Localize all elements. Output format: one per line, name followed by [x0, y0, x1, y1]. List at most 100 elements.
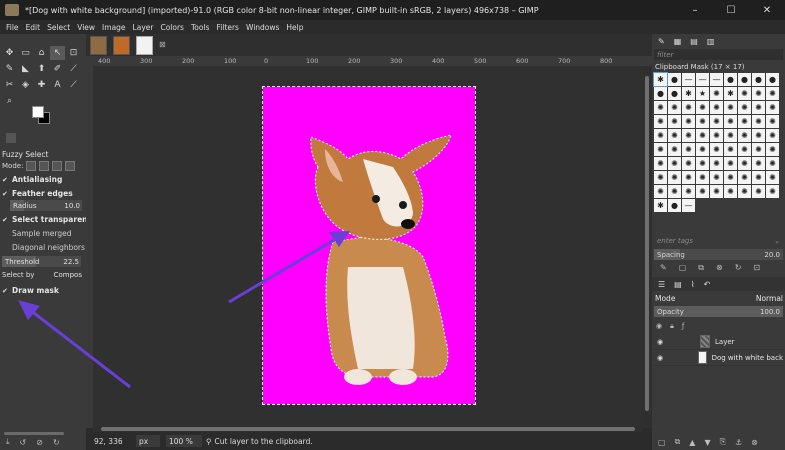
brush-preview[interactable]: ✺ — [696, 101, 709, 114]
lower-layer-icon[interactable]: ▼ — [704, 438, 710, 447]
warp-tool-icon[interactable]: ◣ — [18, 62, 33, 76]
menu-colors[interactable]: Colors — [160, 23, 184, 32]
delete-options-icon[interactable]: ⊘ — [36, 438, 43, 447]
open-brush-icon[interactable]: ⊡ — [753, 263, 760, 275]
brush-preview[interactable]: ✺ — [668, 129, 681, 142]
image-tab-close-icon[interactable]: ⊠ — [159, 41, 167, 49]
layer-mode-dropdown[interactable]: Mode Normal — [655, 294, 783, 303]
brush-preview[interactable]: ✱ — [724, 87, 737, 100]
brush-preview[interactable]: ✺ — [696, 171, 709, 184]
layer-row[interactable]: ◉ Layer — [654, 334, 783, 350]
brush-preview[interactable]: ✺ — [752, 143, 765, 156]
brush-preview[interactable]: ✺ — [752, 157, 765, 170]
menu-edit[interactable]: Edit — [26, 23, 41, 32]
brush-preview[interactable]: ✺ — [724, 143, 737, 156]
brush-preview[interactable]: ✺ — [752, 115, 765, 128]
brush-preview[interactable]: ✱ — [653, 72, 668, 87]
brush-preview[interactable]: ✺ — [766, 87, 779, 100]
brush-preview[interactable]: ✺ — [766, 171, 779, 184]
eye-icon[interactable]: ◉ — [654, 338, 668, 346]
lock-icon[interactable]: 🔒︎ — [670, 322, 674, 331]
brush-preview[interactable]: ✺ — [766, 115, 779, 128]
brush-preview[interactable]: ✺ — [668, 171, 681, 184]
color-picker-tool-icon[interactable]: ⟋ — [66, 78, 81, 92]
scroll-thumb[interactable] — [101, 427, 635, 431]
reset-options-icon[interactable]: ↻ — [53, 438, 60, 447]
fonts-tab-icon[interactable]: ▤ — [690, 37, 698, 46]
brush-preview[interactable]: ✺ — [668, 185, 681, 198]
brush-preview[interactable]: ✺ — [738, 157, 751, 170]
brush-preview[interactable]: ★ — [696, 87, 709, 100]
menu-image[interactable]: Image — [102, 23, 126, 32]
image-canvas[interactable] — [93, 66, 643, 426]
unit-dropdown[interactable]: px — [136, 435, 160, 447]
brush-preview[interactable]: ✺ — [738, 87, 751, 100]
brush-preview[interactable]: ✺ — [738, 115, 751, 128]
brush-preview[interactable]: ✺ — [738, 185, 751, 198]
mode-subtract-icon[interactable] — [52, 161, 63, 171]
scroll-thumb[interactable] — [645, 76, 649, 411]
zoom-dropdown[interactable]: 100 % — [166, 435, 202, 447]
patterns-tab-icon[interactable]: ▦ — [674, 37, 682, 46]
brush-preview[interactable]: ✺ — [766, 185, 779, 198]
threshold-slider[interactable]: Threshold 22.5 — [2, 256, 81, 267]
brush-preview[interactable]: ✺ — [682, 185, 695, 198]
brush-preview[interactable]: ● — [654, 87, 667, 100]
close-button[interactable]: ✕ — [749, 0, 785, 20]
brush-preview[interactable]: ✱ — [654, 199, 667, 212]
brush-preview[interactable]: ✺ — [696, 143, 709, 156]
brush-preview[interactable]: ✺ — [766, 101, 779, 114]
brush-preview[interactable]: ✺ — [710, 87, 723, 100]
mode-add-icon[interactable] — [39, 161, 50, 171]
brush-preview[interactable]: ✺ — [710, 185, 723, 198]
new-layer-icon[interactable]: ▢ — [658, 438, 666, 447]
duplicate-brush-icon[interactable]: ⧉ — [698, 263, 704, 275]
eye-icon[interactable]: ◉ — [654, 354, 666, 362]
images-tab-icon[interactable] — [54, 133, 64, 143]
canvas-vertical-scrollbar[interactable] — [643, 66, 652, 428]
brush-preview[interactable]: ✺ — [766, 157, 779, 170]
maximize-button[interactable]: ☐ — [713, 0, 749, 20]
clone-tool-icon[interactable]: ✂ — [2, 78, 17, 92]
brush-preview[interactable]: ✺ — [682, 129, 695, 142]
brush-preview[interactable]: ✺ — [710, 101, 723, 114]
brush-spacing-slider[interactable]: Spacing 20.0 — [654, 249, 783, 260]
channels-tab-icon[interactable]: ▤ — [674, 280, 682, 289]
brush-preview[interactable]: ✺ — [654, 143, 667, 156]
crop-tool-icon[interactable]: ⊡ — [66, 46, 81, 60]
brush-preview[interactable]: ✺ — [724, 115, 737, 128]
brush-preview[interactable]: ✺ — [738, 129, 751, 142]
menu-layer[interactable]: Layer — [133, 23, 154, 32]
rect-select-tool-icon[interactable]: ▭ — [18, 46, 33, 60]
brush-preview[interactable]: ✺ — [668, 115, 681, 128]
brush-preview[interactable]: ✺ — [710, 143, 723, 156]
brush-preview[interactable]: ✺ — [752, 185, 765, 198]
layer-opacity-slider[interactable]: Opacity 100.0 — [654, 306, 783, 317]
move-tool-icon[interactable]: ✥ — [2, 46, 17, 60]
brush-preview[interactable]: ✺ — [738, 101, 751, 114]
brush-preview[interactable]: ● — [738, 73, 751, 86]
brush-preview[interactable]: ✺ — [668, 143, 681, 156]
brush-preview[interactable]: ✱ — [682, 87, 695, 100]
brush-preview[interactable]: ✺ — [752, 87, 765, 100]
brush-preview[interactable]: ✺ — [682, 171, 695, 184]
image-tab-thumbnail-1[interactable] — [90, 35, 107, 55]
brush-preview[interactable]: ✺ — [738, 143, 751, 156]
brush-preview[interactable]: ● — [668, 87, 681, 100]
diagonal-neighbors-checkbox[interactable]: Diagonal neighbors — [2, 243, 85, 252]
free-select-tool-icon[interactable]: ⌂ — [34, 46, 49, 60]
delete-brush-icon[interactable]: ⊗ — [716, 263, 723, 275]
fx-icon[interactable]: ƒ — [682, 322, 684, 331]
bucket-fill-tool-icon[interactable]: ⬆ — [34, 62, 49, 76]
brush-preview[interactable]: ✺ — [752, 129, 765, 142]
brush-preview[interactable]: — — [682, 73, 695, 86]
menu-select[interactable]: Select — [47, 23, 70, 32]
sample-merged-checkbox[interactable]: Sample merged — [2, 229, 72, 238]
anchor-layer-icon[interactable]: ⚓ — [735, 438, 742, 447]
radius-slider[interactable]: Radius 10.0 — [10, 200, 82, 211]
brush-preview[interactable]: — — [710, 73, 723, 86]
brush-preview[interactable]: ✺ — [654, 115, 667, 128]
tool-options-tab-icon[interactable] — [6, 133, 16, 143]
image-tab-thumbnail-3[interactable] — [136, 35, 153, 55]
brush-preview[interactable]: ✺ — [696, 115, 709, 128]
